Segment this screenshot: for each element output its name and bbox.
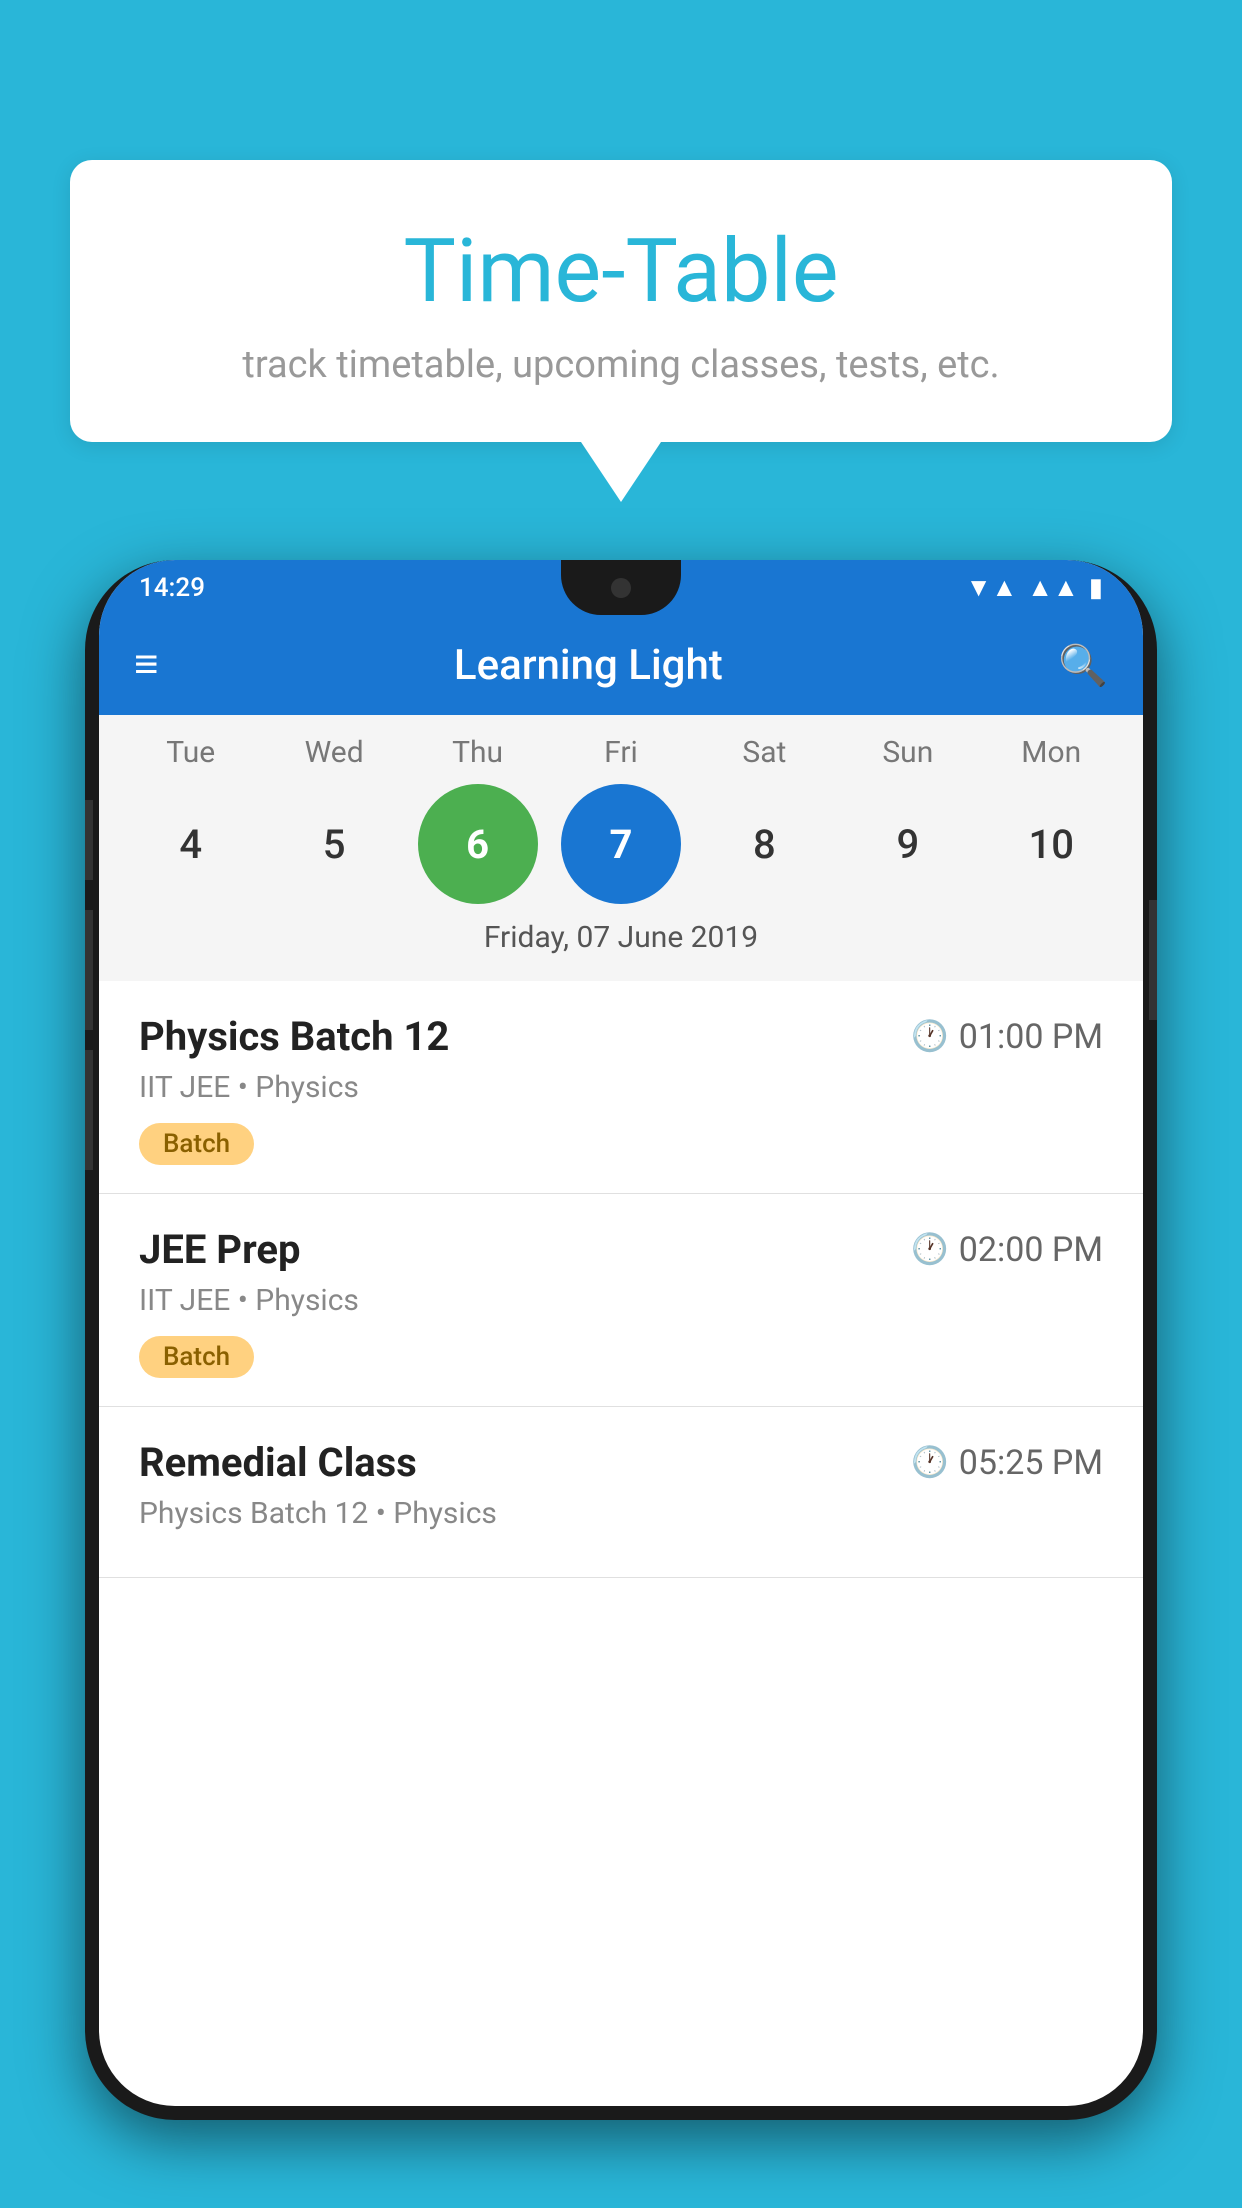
clock-icon-1: 🕐: [911, 1019, 948, 1054]
day-4[interactable]: 4: [131, 784, 251, 904]
status-time: 14:29: [139, 573, 205, 603]
hamburger-icon[interactable]: ≡: [134, 644, 159, 686]
class-time-value-2: 02:00 PM: [959, 1230, 1103, 1270]
class-time-1: 🕐 01:00 PM: [911, 1017, 1103, 1057]
speech-bubble: Time-Table track timetable, upcoming cla…: [70, 160, 1172, 442]
class-subtitle-1: IIT JEE • Physics: [139, 1070, 1103, 1105]
class-item-top-1: Physics Batch 12 🕐 01:00 PM: [139, 1013, 1103, 1060]
power-button: [1149, 900, 1157, 1020]
calendar-strip: Tue Wed Thu Fri Sat Sun Mon 4 5 6 7 8 9 …: [99, 715, 1143, 981]
phone-screen: 14:29 ▼▲ ▲▲ ▮ ≡ Learning Light 🔍 Tue Wed…: [99, 560, 1143, 2106]
selected-date-label: Friday, 07 June 2019: [99, 920, 1143, 971]
class-name-2: JEE Prep: [139, 1226, 300, 1273]
silent-button: [85, 1050, 93, 1170]
class-name-1: Physics Batch 12: [139, 1013, 449, 1060]
day-header-tue: Tue: [131, 735, 251, 770]
bubble-title: Time-Table: [130, 220, 1112, 323]
day-header-thu: Thu: [418, 735, 538, 770]
status-icons: ▼▲ ▲▲ ▮: [966, 572, 1103, 603]
day-6-today[interactable]: 6: [418, 784, 538, 904]
volume-up-button: [85, 800, 93, 880]
app-title: Learning Light: [189, 641, 989, 690]
speech-bubble-container: Time-Table track timetable, upcoming cla…: [70, 160, 1172, 502]
phone-container: 14:29 ▼▲ ▲▲ ▮ ≡ Learning Light 🔍 Tue Wed…: [85, 560, 1157, 2208]
class-item-top-2: JEE Prep 🕐 02:00 PM: [139, 1226, 1103, 1273]
day-header-sun: Sun: [848, 735, 968, 770]
day-headers: Tue Wed Thu Fri Sat Sun Mon: [99, 735, 1143, 770]
day-header-sat: Sat: [704, 735, 824, 770]
class-time-value-1: 01:00 PM: [959, 1017, 1103, 1057]
clock-icon-3: 🕐: [911, 1445, 948, 1480]
battery-icon: ▮: [1089, 573, 1103, 603]
class-item-top-3: Remedial Class 🕐 05:25 PM: [139, 1439, 1103, 1486]
day-7-selected[interactable]: 7: [561, 784, 681, 904]
class-list: Physics Batch 12 🕐 01:00 PM IIT JEE • Ph…: [99, 981, 1143, 1578]
class-name-3: Remedial Class: [139, 1439, 417, 1486]
day-10[interactable]: 10: [991, 784, 1111, 904]
class-subtitle-3: Physics Batch 12 • Physics: [139, 1496, 1103, 1531]
class-item-physics-batch[interactable]: Physics Batch 12 🕐 01:00 PM IIT JEE • Ph…: [99, 981, 1143, 1194]
class-time-3: 🕐 05:25 PM: [911, 1443, 1103, 1483]
camera: [611, 578, 631, 598]
clock-icon-2: 🕐: [911, 1232, 948, 1267]
day-header-wed: Wed: [274, 735, 394, 770]
search-icon[interactable]: 🔍: [1058, 642, 1108, 689]
batch-badge-1: Batch: [139, 1123, 254, 1165]
notch: [561, 560, 681, 615]
volume-down-button: [85, 910, 93, 1030]
day-header-fri: Fri: [561, 735, 681, 770]
day-numbers: 4 5 6 7 8 9 10: [99, 784, 1143, 904]
day-5[interactable]: 5: [274, 784, 394, 904]
class-item-jee-prep[interactable]: JEE Prep 🕐 02:00 PM IIT JEE • Physics Ba…: [99, 1194, 1143, 1407]
class-time-value-3: 05:25 PM: [959, 1443, 1103, 1483]
day-9[interactable]: 9: [848, 784, 968, 904]
batch-badge-2: Batch: [139, 1336, 254, 1378]
day-8[interactable]: 8: [704, 784, 824, 904]
class-time-2: 🕐 02:00 PM: [911, 1230, 1103, 1270]
bubble-subtitle: track timetable, upcoming classes, tests…: [130, 343, 1112, 387]
class-subtitle-2: IIT JEE • Physics: [139, 1283, 1103, 1318]
app-bar: ≡ Learning Light 🔍: [99, 615, 1143, 715]
wifi-icon: ▼▲: [966, 572, 1017, 603]
day-header-mon: Mon: [991, 735, 1111, 770]
phone-frame: 14:29 ▼▲ ▲▲ ▮ ≡ Learning Light 🔍 Tue Wed…: [85, 560, 1157, 2120]
bubble-arrow: [581, 442, 661, 502]
class-item-remedial[interactable]: Remedial Class 🕐 05:25 PM Physics Batch …: [99, 1407, 1143, 1578]
signal-icon: ▲▲: [1027, 572, 1078, 603]
